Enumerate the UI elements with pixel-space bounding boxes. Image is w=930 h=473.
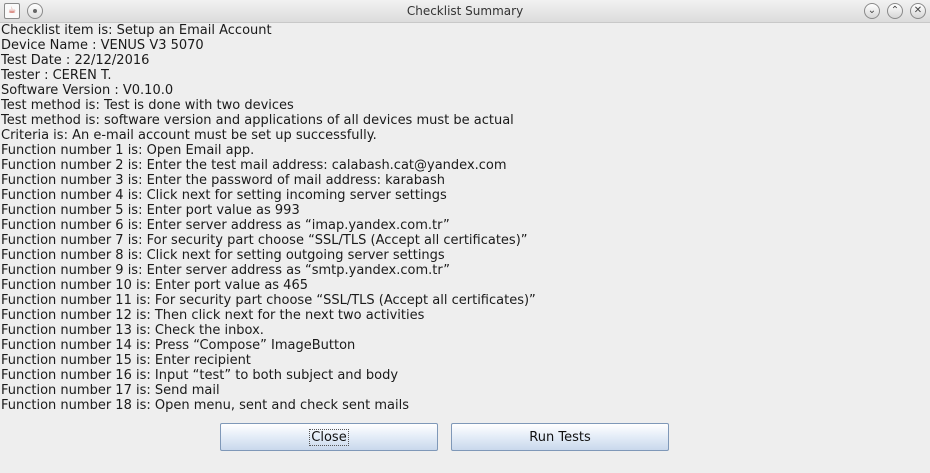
chevron-down-icon: ⌄	[867, 5, 877, 16]
summary-line-test-method-1: Test method is: Test is done with two de…	[1, 98, 294, 113]
summary-text-area: Checklist item is: Setup an Email Accoun…	[0, 23, 930, 413]
summary-line-function-6: Function number 6 is: Enter server addre…	[1, 218, 450, 233]
summary-line-function-16: Function number 16 is: Input “test” to b…	[1, 368, 399, 383]
summary-line-function-3: Function number 3 is: Enter the password…	[1, 173, 445, 188]
summary-line-function-10: Function number 10 is: Enter port value …	[1, 278, 308, 293]
summary-line-device-name: Device Name : VENUS V3 5070	[1, 38, 204, 53]
title-bar: ☕ Checklist Summary ⌄ ⌃ ✕	[0, 0, 930, 23]
close-icon: ✕	[913, 5, 923, 16]
summary-line-function-5: Function number 5 is: Enter port value a…	[1, 203, 300, 218]
summary-line-function-4: Function number 4 is: Click next for set…	[1, 188, 447, 203]
maximize-button[interactable]: ⌃	[887, 3, 903, 19]
close-window-button[interactable]: ✕	[910, 3, 926, 19]
summary-line-function-12: Function number 12 is: Then click next f…	[1, 308, 425, 323]
window-title: Checklist Summary	[406, 4, 524, 18]
summary-line-criteria: Criteria is: An e-mail account must be s…	[1, 128, 377, 143]
run-tests-button[interactable]: Run Tests	[451, 423, 669, 451]
summary-line-checklist-item: Checklist item is: Setup an Email Accoun…	[1, 23, 272, 38]
summary-line-function-17: Function number 17 is: Send mail	[1, 383, 220, 398]
summary-line-function-2: Function number 2 is: Enter the test mai…	[1, 158, 507, 173]
summary-line-function-11: Function number 11 is: For security part…	[1, 293, 536, 308]
summary-line-tester: Tester : CEREN T.	[1, 68, 112, 83]
chevron-up-icon: ⌃	[890, 5, 900, 16]
close-button[interactable]: Close	[220, 423, 438, 451]
summary-line-function-14: Function number 14 is: Press “Compose” I…	[1, 338, 356, 353]
minimize-button[interactable]: ⌄	[864, 3, 880, 19]
close-button-label: Close	[309, 429, 349, 446]
summary-line-function-9: Function number 9 is: Enter server addre…	[1, 263, 451, 278]
run-tests-button-label: Run Tests	[529, 430, 591, 445]
summary-line-function-18: Function number 18 is: Open menu, sent a…	[1, 398, 410, 413]
summary-line-function-13: Function number 13 is: Check the inbox.	[1, 323, 264, 338]
summary-line-test-method-2: Test method is: software version and app…	[1, 113, 514, 128]
summary-line-test-date: Test Date : 22/12/2016	[1, 53, 150, 68]
summary-line-software-version: Software Version : V0.10.0	[1, 83, 174, 98]
summary-line-function-7: Function number 7 is: For security part …	[1, 233, 528, 248]
summary-line-function-1: Function number 1 is: Open Email app.	[1, 143, 255, 158]
summary-line-function-15: Function number 15 is: Enter recipient	[1, 353, 251, 368]
summary-line-function-8: Function number 8 is: Click next for set…	[1, 248, 445, 263]
